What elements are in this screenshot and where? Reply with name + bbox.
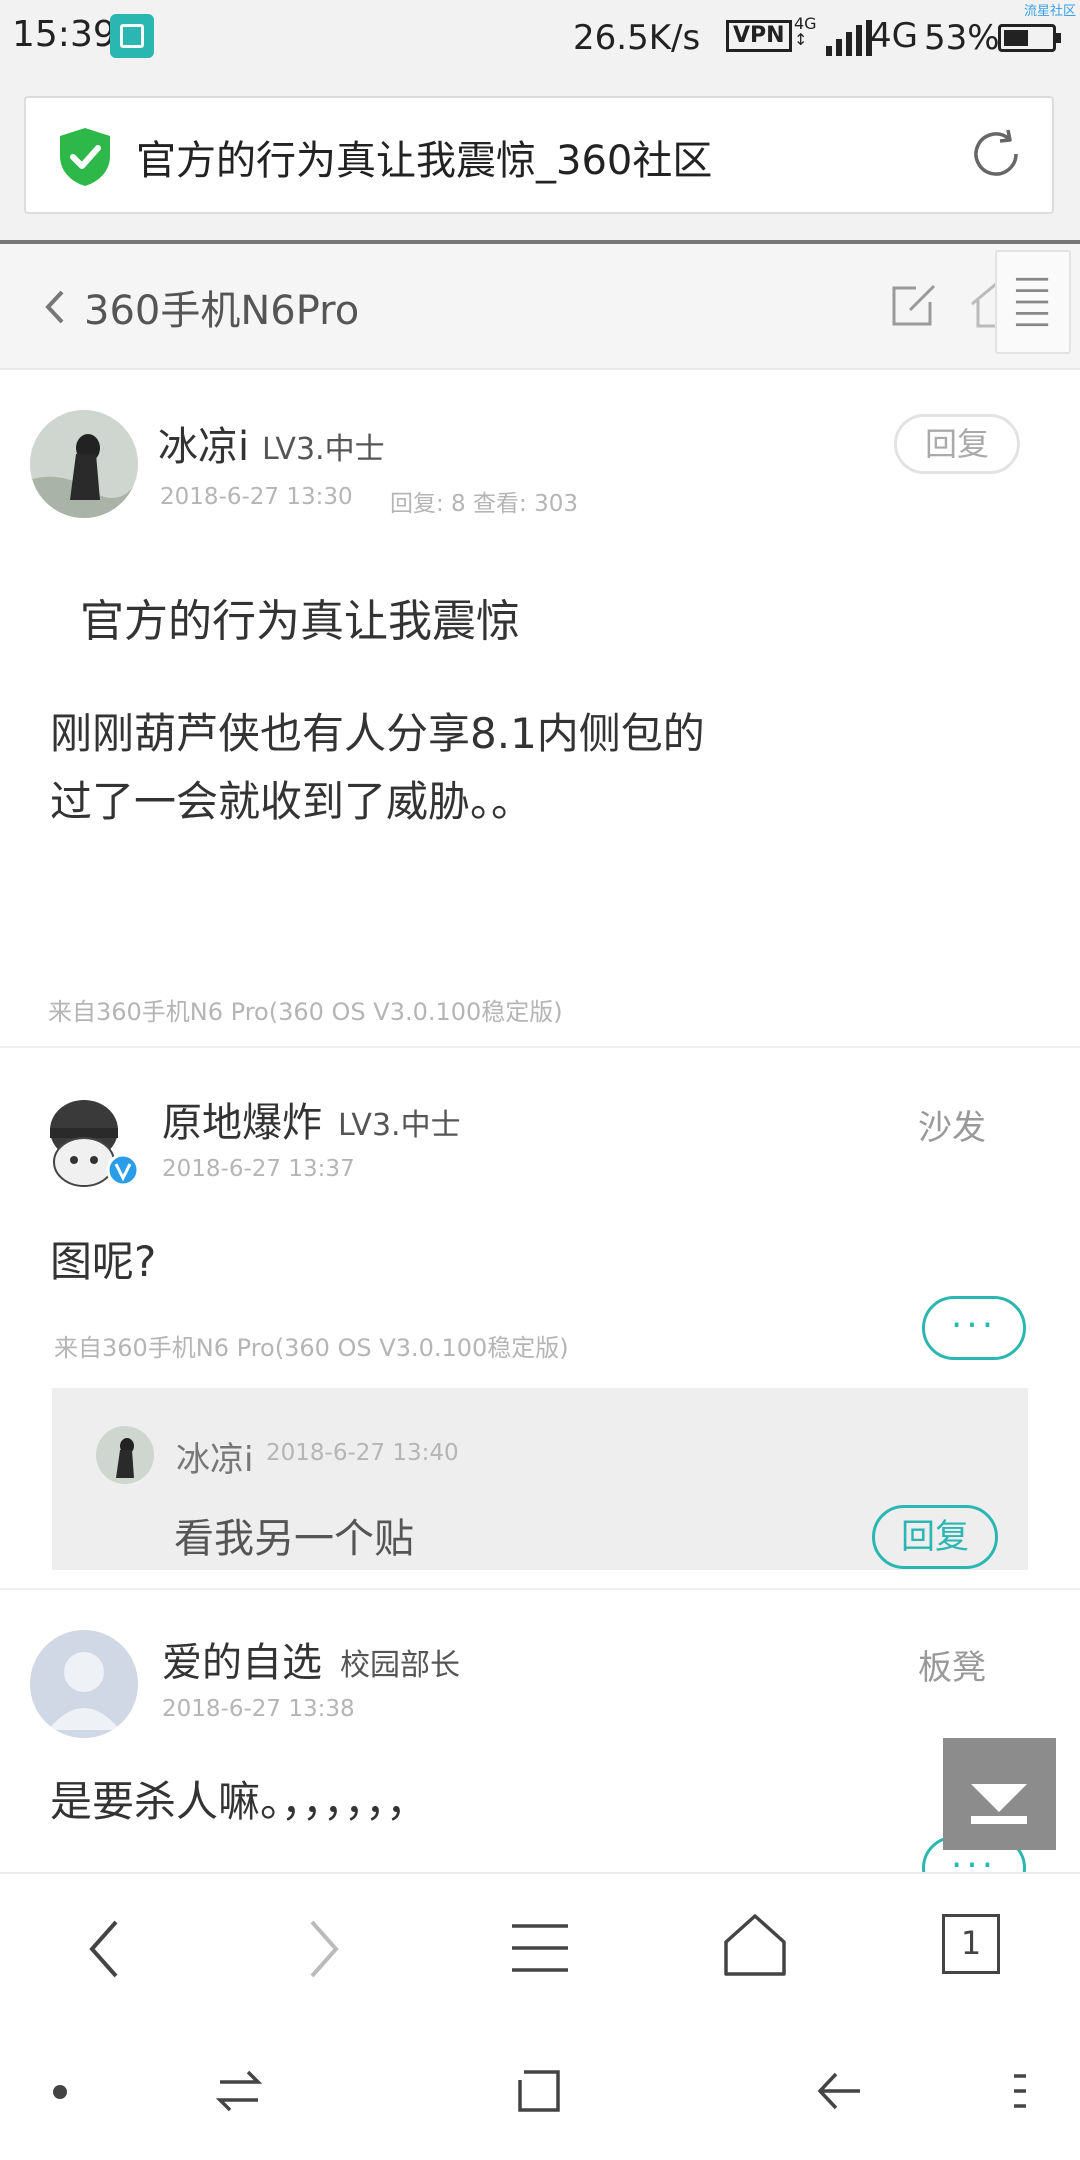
reply-author-level: 校园部长 bbox=[340, 1648, 460, 1683]
square-home-icon[interactable] bbox=[516, 2068, 562, 2114]
status-bar: 15:39 26.5K/s VPN 4G ↕ 4G 53% 流星社区 bbox=[0, 0, 1080, 80]
reply-button-label: 回复 bbox=[924, 425, 989, 463]
forum-name[interactable]: 360手机N6Pro bbox=[84, 278, 359, 336]
forum-header: 360手机N6Pro bbox=[0, 244, 1080, 370]
more-button[interactable]: ··· bbox=[922, 1296, 1026, 1360]
battery-percent: 53% bbox=[924, 18, 1000, 58]
nav-back-icon[interactable] bbox=[814, 2068, 864, 2114]
avatar-image bbox=[30, 410, 138, 518]
avatar[interactable] bbox=[30, 1630, 138, 1738]
reply-author[interactable]: 爱的自选 bbox=[162, 1630, 322, 1688]
tabs-button[interactable]: 1 bbox=[942, 1914, 1000, 1974]
post-date: 2018-6-27 13:30 bbox=[160, 484, 353, 510]
post-body-line: 刚刚葫芦侠也有人分享8.1内侧包的 bbox=[50, 709, 705, 758]
more-dots-icon[interactable] bbox=[1010, 2068, 1030, 2114]
back-icon[interactable] bbox=[80, 1914, 130, 1984]
reply-content: 图呢? bbox=[50, 1237, 157, 1286]
post-body-line: 过了一会就收到了威胁。。 bbox=[50, 777, 534, 826]
corner-watermark: 流星社区 bbox=[1023, 4, 1076, 19]
data-type-label: 4G bbox=[794, 14, 817, 33]
vpn-badge: VPN bbox=[726, 20, 792, 52]
reply-content: 是要杀人嘛。，，，，，， bbox=[50, 1777, 429, 1826]
menu-button[interactable] bbox=[995, 250, 1071, 354]
shield-check-icon bbox=[60, 128, 110, 186]
refresh-icon[interactable] bbox=[966, 124, 1026, 184]
reply-date: 2018-6-27 13:37 bbox=[162, 1156, 355, 1182]
default-avatar-icon bbox=[30, 1630, 138, 1738]
sub-reply-author[interactable]: 冰凉i bbox=[176, 1432, 253, 1481]
reply-author[interactable]: 原地爆炸 bbox=[162, 1090, 322, 1148]
post-author-level: LV3.中士 bbox=[262, 432, 385, 467]
sub-reply-date: 2018-6-27 13:40 bbox=[266, 1440, 459, 1466]
menu-icon[interactable] bbox=[508, 1916, 572, 1980]
post-author[interactable]: 冰凉i bbox=[158, 414, 249, 472]
reply-source: 来自360手机N6 Pro(360 OS V3.0.100稳定版) bbox=[54, 1334, 569, 1362]
network-type: 4G bbox=[870, 16, 918, 56]
verified-badge-icon bbox=[106, 1153, 140, 1187]
forward-icon[interactable] bbox=[298, 1914, 348, 1984]
avatar-image bbox=[96, 1426, 154, 1484]
battery-icon bbox=[998, 24, 1061, 52]
post-body: 刚刚葫芦侠也有人分享8.1内侧包的 过了一会就收到了威胁。。 bbox=[50, 700, 705, 836]
network-speed: 26.5K/s bbox=[573, 18, 701, 58]
address-bar[interactable]: 官方的行为真让我震惊_360社区 bbox=[24, 96, 1054, 214]
menu-lines-icon bbox=[1015, 277, 1049, 327]
reply-author-level: LV3.中士 bbox=[338, 1108, 461, 1143]
sub-reply-button[interactable]: 回复 bbox=[872, 1505, 998, 1569]
post-title: 官方的行为真让我震惊 bbox=[80, 596, 520, 647]
switch-apps-icon[interactable] bbox=[214, 2068, 264, 2114]
page-title: 官方的行为真让我震惊_360社区 bbox=[136, 138, 713, 184]
home-icon[interactable] bbox=[722, 1910, 788, 1980]
arrow-down-to-bar-icon bbox=[971, 1784, 1027, 1824]
divider bbox=[0, 1046, 1080, 1048]
sub-reply-content: 看我另一个贴 bbox=[174, 1516, 414, 1562]
back-chevron-icon[interactable] bbox=[36, 282, 76, 332]
floor-label: 板凳 bbox=[918, 1648, 986, 1688]
battery-level bbox=[1004, 30, 1028, 46]
status-time: 15:39 bbox=[12, 14, 116, 55]
floor-label: 沙发 bbox=[918, 1108, 986, 1148]
divider bbox=[0, 1588, 1080, 1590]
reply-date: 2018-6-27 13:38 bbox=[162, 1696, 355, 1722]
data-activity-icon: 4G ↕ bbox=[794, 14, 817, 49]
browser-toolbar: 1 bbox=[0, 1872, 1080, 2022]
reply-button[interactable]: 回复 bbox=[894, 414, 1020, 474]
avatar[interactable] bbox=[96, 1426, 154, 1484]
avatar[interactable] bbox=[30, 410, 138, 518]
dot-icon[interactable] bbox=[50, 2082, 70, 2102]
post-stats: 回复: 8 查看: 303 bbox=[390, 491, 578, 517]
signal-bars-icon bbox=[826, 20, 872, 56]
edit-icon[interactable] bbox=[890, 280, 940, 330]
system-nav-bar bbox=[0, 2022, 1080, 2160]
more-button-label: ··· bbox=[950, 1305, 998, 1346]
screen-scan-icon bbox=[110, 14, 154, 58]
sub-reply-button-label: 回复 bbox=[901, 1517, 969, 1557]
scroll-to-bottom-button[interactable] bbox=[943, 1738, 1056, 1850]
post-source: 来自360手机N6 Pro(360 OS V3.0.100稳定版) bbox=[48, 998, 563, 1026]
tab-count: 1 bbox=[960, 1924, 982, 1962]
